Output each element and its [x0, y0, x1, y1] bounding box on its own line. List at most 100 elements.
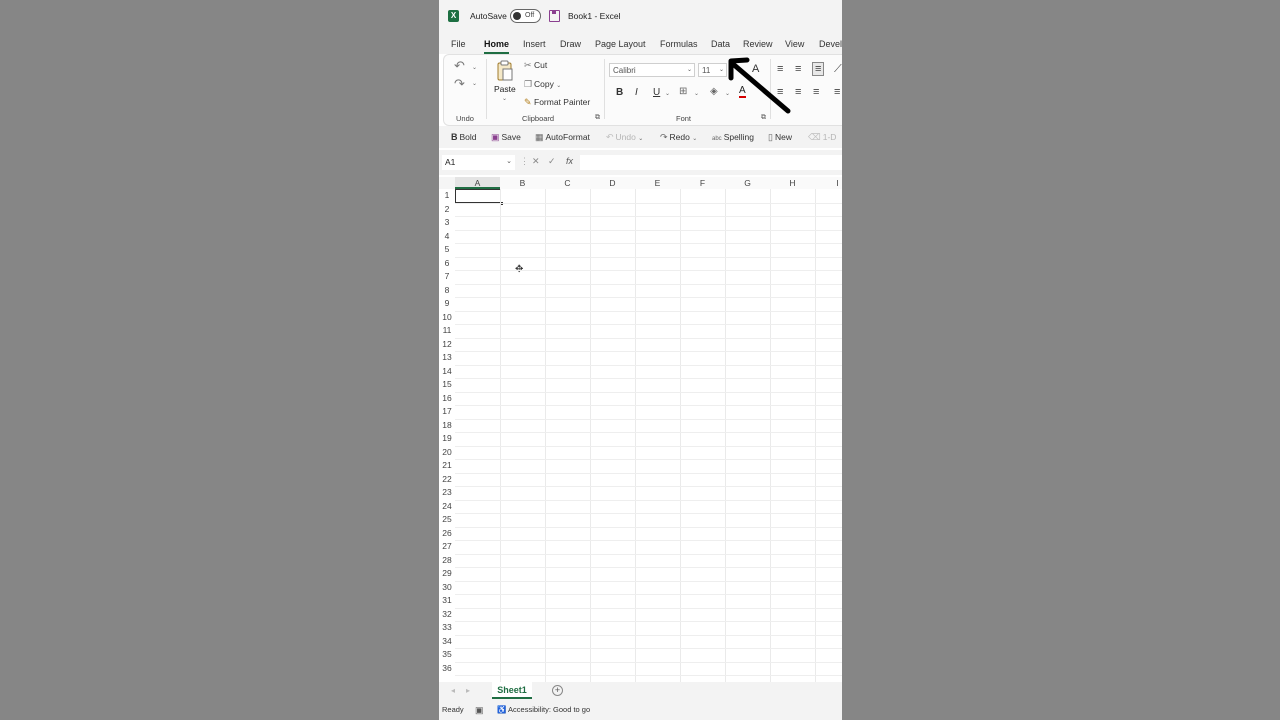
row-header-13[interactable]: 13	[439, 351, 455, 365]
tab-page-layout[interactable]: Page Layout	[595, 39, 646, 49]
redo-dropdown-icon[interactable]: ⌄	[472, 80, 477, 87]
row-header-24[interactable]: 24	[439, 500, 455, 514]
row-header-27[interactable]: 27	[439, 540, 455, 554]
paste-button[interactable]	[496, 60, 514, 82]
row-header-31[interactable]: 31	[439, 594, 455, 608]
qat-redo-button[interactable]: ↷ Redo ⌄	[660, 132, 697, 143]
qat-autoformat-button[interactable]: ▦ AutoFormat	[535, 132, 590, 143]
save-icon[interactable]	[549, 10, 560, 22]
column-header-f[interactable]: F	[680, 177, 725, 189]
cancel-icon[interactable]: ✕	[532, 156, 540, 167]
tab-file[interactable]: File	[451, 39, 466, 49]
tab-view[interactable]: View	[785, 39, 804, 49]
column-header-g[interactable]: G	[725, 177, 770, 189]
qat-save-button[interactable]: ▣ Save	[491, 132, 521, 143]
row-header-4[interactable]: 4	[439, 230, 455, 244]
row-header-32[interactable]: 32	[439, 608, 455, 622]
more-options-icon[interactable]: ⋮	[520, 156, 529, 167]
copy-button[interactable]: ❐ Copy ⌄	[524, 79, 561, 90]
row-header-23[interactable]: 23	[439, 486, 455, 500]
qat-bold-button[interactable]: B Bold	[451, 132, 477, 142]
orientation-icon[interactable]: ⟋	[834, 63, 842, 76]
align-bottom-icon[interactable]: ≡	[812, 62, 825, 76]
row-header-19[interactable]: 19	[439, 432, 455, 446]
borders-icon[interactable]: ⊞	[679, 86, 687, 97]
row-header-36[interactable]: 36	[439, 662, 455, 676]
align-right-icon[interactable]: ≡	[813, 86, 819, 98]
bold-button[interactable]: B	[616, 87, 623, 98]
undo-icon[interactable]: ↶	[454, 58, 465, 74]
underline-button[interactable]: U	[653, 87, 660, 98]
column-header-a[interactable]: A	[455, 177, 500, 189]
cut-button[interactable]: ✂ Cut	[524, 60, 547, 71]
row-header-26[interactable]: 26	[439, 527, 455, 541]
row-header-9[interactable]: 9	[439, 297, 455, 311]
autosave-toggle[interactable]: Off	[510, 9, 541, 23]
spreadsheet-grid[interactable]: ✥ ABCDEFGHI12345678910111213141516171819…	[439, 177, 842, 682]
prev-sheet-icon[interactable]: ◂	[451, 686, 455, 695]
row-header-28[interactable]: 28	[439, 554, 455, 568]
active-cell[interactable]	[455, 189, 503, 205]
row-header-20[interactable]: 20	[439, 446, 455, 460]
font-name-select[interactable]: Calibri ⌄	[609, 63, 695, 77]
font-size-select[interactable]: 11 ⌄	[698, 63, 727, 77]
fill-color-icon[interactable]: ◈	[710, 86, 718, 97]
qat-undo-dropdown-icon[interactable]: ⌄	[638, 136, 643, 142]
redo-icon[interactable]: ↷	[454, 76, 465, 92]
row-header-16[interactable]: 16	[439, 392, 455, 406]
row-header-14[interactable]: 14	[439, 365, 455, 379]
tab-review[interactable]: Review	[743, 39, 773, 49]
row-header-12[interactable]: 12	[439, 338, 455, 352]
tab-developer[interactable]: Devel	[819, 39, 842, 49]
row-header-11[interactable]: 11	[439, 324, 455, 338]
row-header-15[interactable]: 15	[439, 378, 455, 392]
column-header-h[interactable]: H	[770, 177, 815, 189]
row-header-33[interactable]: 33	[439, 621, 455, 635]
tab-formulas[interactable]: Formulas	[660, 39, 698, 49]
row-header-7[interactable]: 7	[439, 270, 455, 284]
row-header-1[interactable]: 1	[439, 189, 455, 203]
row-header-10[interactable]: 10	[439, 311, 455, 325]
row-header-5[interactable]: 5	[439, 243, 455, 257]
enter-icon[interactable]: ✓	[548, 156, 556, 167]
paste-label[interactable]: Paste	[494, 84, 516, 94]
column-header-d[interactable]: D	[590, 177, 635, 189]
qat-trailing-button[interactable]: ⌫ 1-D	[808, 132, 836, 143]
underline-dropdown-icon[interactable]: ⌄	[665, 90, 670, 97]
qat-new-button[interactable]: ▯ New	[768, 132, 792, 143]
tab-insert[interactable]: Insert	[523, 39, 546, 49]
column-header-e[interactable]: E	[635, 177, 680, 189]
sheet-tab[interactable]: Sheet1	[492, 682, 532, 699]
decrease-indent-icon[interactable]: ≡	[834, 86, 840, 98]
paste-dropdown-icon[interactable]: ⌄	[502, 95, 507, 102]
formula-input[interactable]	[580, 155, 842, 170]
copy-dropdown-icon[interactable]: ⌄	[556, 83, 561, 89]
row-header-2[interactable]: 2	[439, 203, 455, 217]
row-header-25[interactable]: 25	[439, 513, 455, 527]
row-header-30[interactable]: 30	[439, 581, 455, 595]
column-header-c[interactable]: C	[545, 177, 590, 189]
borders-dropdown-icon[interactable]: ⌄	[694, 90, 699, 97]
row-header-35[interactable]: 35	[439, 648, 455, 662]
format-painter-button[interactable]: ✎ Format Painter	[524, 97, 590, 108]
column-header-i[interactable]: I	[815, 177, 842, 189]
accessibility-status[interactable]: ♿ Accessibility: Good to go	[497, 705, 590, 714]
row-header-8[interactable]: 8	[439, 284, 455, 298]
row-header-34[interactable]: 34	[439, 635, 455, 649]
column-header-b[interactable]: B	[500, 177, 545, 189]
undo-dropdown-icon[interactable]: ⌄	[472, 64, 477, 71]
name-box[interactable]: A1 ⌄	[442, 155, 515, 170]
row-header-21[interactable]: 21	[439, 459, 455, 473]
row-header-17[interactable]: 17	[439, 405, 455, 419]
qat-undo-button[interactable]: ↶ Undo ⌄	[606, 132, 643, 143]
row-header-18[interactable]: 18	[439, 419, 455, 433]
row-header-6[interactable]: 6	[439, 257, 455, 271]
select-all-corner[interactable]	[439, 177, 455, 189]
tab-data[interactable]: Data	[711, 39, 730, 49]
clipboard-launcher-icon[interactable]: ⧉	[595, 114, 600, 122]
macro-record-icon[interactable]: ▣	[475, 705, 484, 716]
tab-home[interactable]: Home	[484, 39, 510, 54]
row-header-3[interactable]: 3	[439, 216, 455, 230]
italic-button[interactable]: I	[635, 87, 638, 98]
next-sheet-icon[interactable]: ▸	[466, 686, 470, 695]
